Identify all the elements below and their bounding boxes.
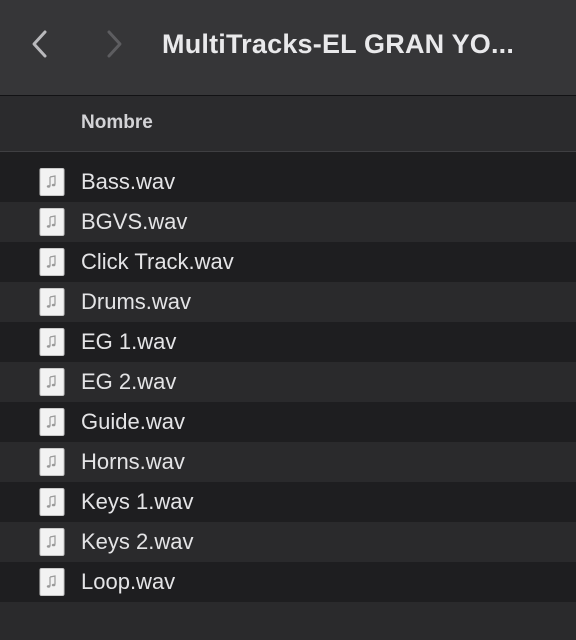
file-row[interactable]: Horns.wav	[0, 442, 576, 482]
file-row[interactable]: Click Track.wav	[0, 242, 576, 282]
audio-file-icon	[39, 168, 65, 196]
chevron-left-icon	[32, 30, 47, 58]
audio-file-icon	[39, 488, 65, 516]
forward-button[interactable]	[96, 24, 132, 64]
file-name: Keys 2.wav	[81, 529, 194, 554]
audio-file-icon	[39, 448, 65, 476]
file-row[interactable]: Bass.wav	[0, 162, 576, 202]
column-header-name[interactable]: Nombre	[81, 110, 153, 136]
file-name: Guide.wav	[81, 409, 185, 434]
audio-file-icon	[39, 368, 65, 396]
file-row[interactable]: Keys 2.wav	[0, 522, 576, 562]
audio-file-icon	[39, 408, 65, 436]
file-row[interactable]: EG 2.wav	[0, 362, 576, 402]
file-name: Click Track.wav	[81, 249, 234, 274]
audio-file-icon	[39, 568, 65, 596]
file-row[interactable]: Drums.wav	[0, 282, 576, 322]
file-name: Horns.wav	[81, 449, 185, 474]
audio-file-icon	[39, 248, 65, 276]
file-list: Bass.wav BGVS.wav Click Track.wav Drums.…	[0, 162, 576, 602]
back-button[interactable]	[22, 24, 58, 64]
file-row[interactable]: EG 1.wav	[0, 322, 576, 362]
file-row[interactable]: Keys 1.wav	[0, 482, 576, 522]
window-toolbar: MultiTracks-EL GRAN YO...	[0, 0, 576, 96]
audio-file-icon	[39, 528, 65, 556]
chevron-right-icon	[107, 30, 122, 58]
file-row[interactable]: Guide.wav	[0, 402, 576, 442]
audio-file-icon	[39, 288, 65, 316]
file-name: Keys 1.wav	[81, 489, 194, 514]
file-name: Loop.wav	[81, 569, 176, 594]
file-name: EG 2.wav	[81, 369, 177, 394]
audio-file-icon	[39, 328, 65, 356]
file-name: BGVS.wav	[81, 209, 188, 234]
file-name: EG 1.wav	[81, 329, 177, 354]
list-background	[0, 602, 576, 640]
file-row[interactable]: BGVS.wav	[0, 202, 576, 242]
audio-file-icon	[39, 208, 65, 236]
file-name: Drums.wav	[81, 289, 192, 314]
file-row[interactable]: Loop.wav	[0, 562, 576, 602]
list-header: Nombre	[0, 96, 576, 152]
file-name: Bass.wav	[81, 169, 176, 194]
window-title: MultiTracks-EL GRAN YO...	[162, 29, 515, 59]
